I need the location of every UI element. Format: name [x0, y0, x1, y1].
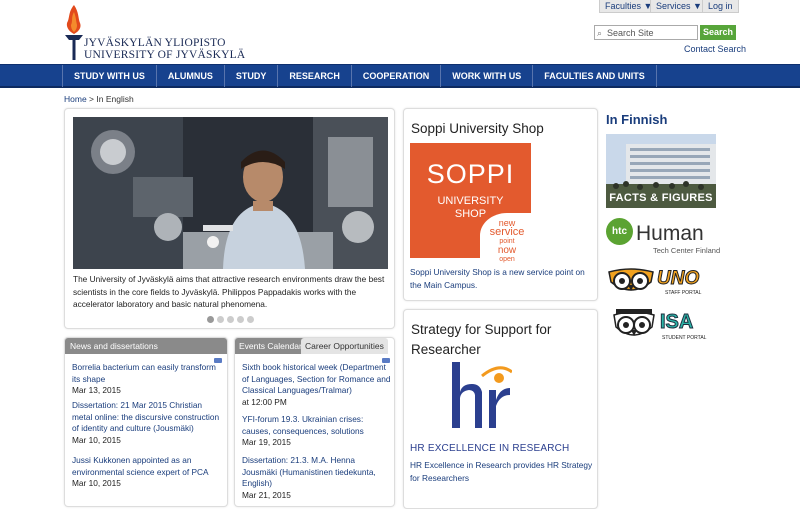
torch-icon	[65, 5, 83, 60]
event-item: Dissertation: 21.3. M.A. Henna Jousmäki …	[242, 455, 392, 501]
uno-text: UNO	[656, 268, 700, 290]
contact-search-link[interactable]: Contact Search	[684, 44, 746, 54]
news-panel: News and dissertations Borrelia bacteriu…	[64, 337, 228, 507]
hr-logo[interactable]	[452, 362, 512, 428]
breadcrumb-current: In English	[96, 94, 134, 104]
hero-caption: The University of Jyväskylä aims that at…	[73, 274, 385, 309]
htc-subtitle: Tech Center Finland	[653, 246, 721, 255]
logo-text-en: UNIVERSITY OF JYVÄSKYLÄ	[84, 49, 246, 61]
main-nav: STUDY WITH US ALUMNUS STUDY RESEARCH COO…	[0, 64, 800, 88]
logo-text-fi: JYVÄSKYLÄN YLIOPISTO	[84, 37, 226, 49]
carousel-dot[interactable]	[227, 316, 234, 323]
news-item-title[interactable]: Dissertation: 21 Mar 2015 Christian meta…	[72, 400, 222, 435]
tab-career-opportunities[interactable]: Career Opportunities	[301, 338, 388, 354]
htc-badge: htc	[606, 218, 633, 245]
search-placeholder: Search Site	[607, 28, 654, 38]
htc-title: Human	[636, 222, 704, 245]
soppi-logo-line1: UNIVERSITY	[437, 195, 504, 207]
in-finnish-link[interactable]: In Finnish	[606, 112, 667, 127]
facts-figures-text: FACTS & FIGURES	[609, 192, 713, 204]
nav-alumnus[interactable]: ALUMNUS	[155, 65, 224, 87]
news-item-title[interactable]: Borrelia bacterium can easily transform …	[72, 362, 222, 385]
news-item: Dissertation: 21 Mar 2015 Christian meta…	[72, 400, 222, 446]
htc-logo[interactable]: htc Human Tech Center Finland	[606, 218, 721, 256]
strategy-description[interactable]: HR Excellence in Research provides HR St…	[410, 459, 595, 484]
owl-icon	[608, 268, 654, 291]
isa-text: ISA	[659, 311, 694, 334]
event-item-title[interactable]: Sixth book historical week (Department o…	[242, 362, 392, 397]
event-item-date: Mar 19, 2015	[242, 437, 291, 447]
lab-scene-image	[73, 117, 388, 269]
event-item-date: Mar 21, 2015	[242, 489, 291, 500]
nav-faculties-and-units[interactable]: FACULTIES AND UNITS	[532, 65, 657, 87]
header: JYVÄSKYLÄN YLIOPISTO UNIVERSITY OF JYVÄS…	[0, 0, 800, 64]
event-item-title[interactable]: YFI-forum 19.3. Ukrainian crises: causes…	[242, 414, 392, 437]
uno-subtitle: STAFF PORTAL	[665, 290, 702, 296]
services-menu[interactable]: Services ▼	[650, 0, 708, 13]
owl-icon	[613, 309, 655, 336]
carousel-dots	[207, 316, 254, 323]
nav-work-with-us[interactable]: WORK WITH US	[440, 65, 532, 87]
hero-photo	[73, 117, 388, 269]
tab-events-calendar[interactable]: Events Calendar	[235, 338, 306, 354]
soppi-badge: new service point now open	[480, 213, 534, 263]
news-header[interactable]: News and dissertations	[65, 338, 227, 354]
soppi-logo[interactable]: SOPPI UNIVERSITY SHOP new service point …	[410, 143, 534, 263]
news-item-title[interactable]: Jussi Kukkonen appointed as an environme…	[72, 455, 222, 478]
news-item-date: Mar 13, 2015	[72, 385, 121, 395]
search-button[interactable]: Search	[700, 25, 736, 40]
event-item-date: at 12:00 PM	[242, 396, 287, 407]
nav-research[interactable]: RESEARCH	[277, 65, 351, 87]
isa-logo[interactable]: ISA STUDENT PORTAL	[610, 309, 710, 345]
search-icon: ⌕	[597, 28, 603, 38]
soppi-logo-text: SOPPI	[426, 159, 515, 189]
news-item-date: Mar 10, 2015	[72, 478, 121, 488]
news-item: Jussi Kukkonen appointed as an environme…	[72, 455, 222, 490]
news-item-date: Mar 10, 2015	[72, 434, 121, 445]
shop-title[interactable]: Soppi University Shop	[411, 121, 544, 136]
carousel-dot[interactable]	[237, 316, 244, 323]
search-input[interactable]: ⌕ Search Site	[594, 25, 698, 40]
event-item: Sixth book historical week (Department o…	[242, 362, 392, 408]
carousel-dot[interactable]	[207, 316, 214, 323]
breadcrumb-home[interactable]: Home	[64, 94, 87, 104]
login-link[interactable]: Log in	[702, 0, 739, 13]
carousel-dot[interactable]	[247, 316, 254, 323]
isa-subtitle: STUDENT PORTAL	[662, 335, 707, 341]
nav-study[interactable]: STUDY	[223, 65, 278, 87]
event-item: YFI-forum 19.3. Ukrainian crises: causes…	[242, 414, 392, 449]
event-item-title[interactable]: Dissertation: 21.3. M.A. Henna Jousmäki …	[242, 455, 392, 490]
facts-figures-banner[interactable]: FACTS & FIGURES	[606, 134, 716, 208]
breadcrumb: Home > In English	[64, 94, 134, 104]
uno-logo[interactable]: UNO STAFF PORTAL	[607, 268, 707, 298]
hero-panel: The University of Jyväskylä aims that at…	[64, 108, 395, 329]
university-logo[interactable]: JYVÄSKYLÄN YLIOPISTO UNIVERSITY OF JYVÄS…	[62, 4, 245, 62]
shop-description[interactable]: Soppi University Shop is a new service p…	[410, 266, 595, 291]
hr-caption: HR EXCELLENCE IN RESEARCH	[410, 443, 570, 454]
strategy-title-line1[interactable]: Strategy for Support for	[411, 322, 551, 337]
carousel-dot[interactable]	[217, 316, 224, 323]
news-item: Borrelia bacterium can easily transform …	[72, 362, 222, 397]
events-panel: Events Calendar Career Opportunities Six…	[234, 337, 395, 507]
strategy-title-line2[interactable]: Researcher	[411, 342, 481, 357]
nav-study-with-us[interactable]: STUDY WITH US	[62, 65, 156, 87]
nav-cooperation[interactable]: COOPERATION	[350, 65, 440, 87]
